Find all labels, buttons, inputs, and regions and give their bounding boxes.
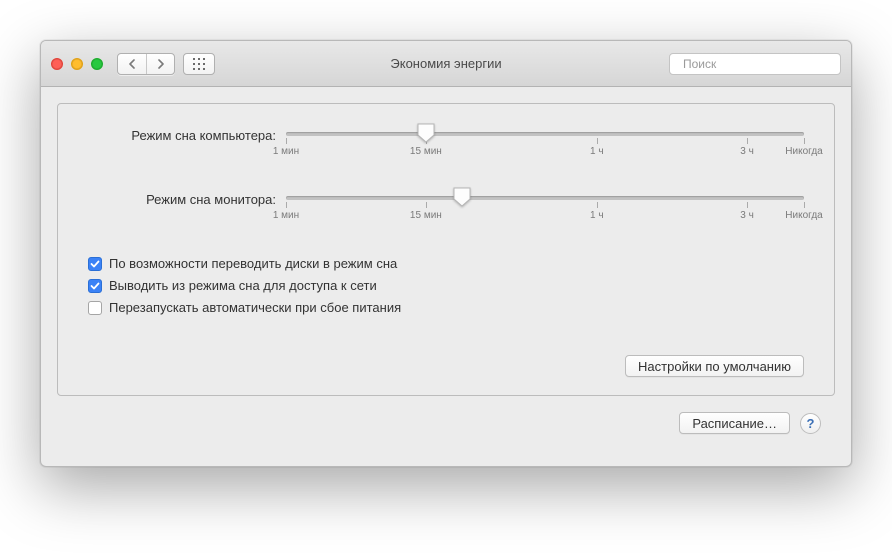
chevron-right-icon: [157, 59, 165, 69]
footer: Расписание… ?: [57, 412, 835, 450]
display-sleep-slider[interactable]: 1 мин 15 мин 1 ч 3 ч Никогда: [286, 192, 804, 226]
show-all-button[interactable]: [183, 53, 215, 75]
close-window-button[interactable]: [51, 58, 63, 70]
search-field[interactable]: [669, 53, 841, 75]
display-sleep-label: Режим сна монитора:: [88, 192, 286, 207]
slider-thumb[interactable]: [417, 123, 435, 143]
nav-back-forward: [117, 53, 175, 75]
auto-restart-checkbox[interactable]: [88, 301, 102, 315]
help-button[interactable]: ?: [800, 413, 821, 434]
schedule-button[interactable]: Расписание…: [679, 412, 790, 434]
wake-network-label: Выводить из режима сна для доступа к сет…: [109, 278, 377, 293]
disk-sleep-label: По возможности переводить диски в режим …: [109, 256, 397, 271]
computer-sleep-slider[interactable]: 1 мин 15 мин 1 ч 3 ч Никогда: [286, 128, 804, 162]
slider-thumb[interactable]: [453, 187, 471, 207]
tick-labels: 1 мин 15 мин 1 ч 3 ч Никогда: [286, 210, 804, 226]
content: Режим сна компьютера: 1 мин: [41, 87, 851, 466]
computer-sleep-label: Режим сна компьютера:: [88, 128, 286, 143]
slider-track: [286, 196, 804, 200]
display-sleep-row: Режим сна монитора: 1 мин 15: [88, 192, 804, 226]
restore-defaults-button[interactable]: Настройки по умолчанию: [625, 355, 804, 377]
wake-network-checkbox[interactable]: [88, 279, 102, 293]
energy-panel: Режим сна компьютера: 1 мин: [57, 103, 835, 396]
disk-sleep-checkbox[interactable]: [88, 257, 102, 271]
tick-labels: 1 мин 15 мин 1 ч 3 ч Никогда: [286, 146, 804, 162]
defaults-row: Настройки по умолчанию: [88, 355, 804, 377]
slider-track: [286, 132, 804, 136]
zoom-window-button[interactable]: [91, 58, 103, 70]
toolbar: Экономия энергии: [41, 41, 851, 87]
check-icon: [90, 281, 100, 291]
prefs-window: Экономия энергии Режим сна компьютера:: [40, 40, 852, 467]
window-controls: [51, 58, 103, 70]
grid-icon: [193, 58, 205, 70]
minimize-window-button[interactable]: [71, 58, 83, 70]
computer-sleep-row: Режим сна компьютера: 1 мин: [88, 128, 804, 162]
search-input[interactable]: [681, 56, 840, 72]
back-button[interactable]: [118, 54, 146, 74]
check-icon: [90, 259, 100, 269]
disk-sleep-row: По возможности переводить диски в режим …: [88, 256, 804, 271]
auto-restart-row: Перезапускать автоматически при сбое пит…: [88, 300, 804, 315]
options-group: По возможности переводить диски в режим …: [88, 256, 804, 315]
forward-button[interactable]: [146, 54, 174, 74]
wake-network-row: Выводить из режима сна для доступа к сет…: [88, 278, 804, 293]
chevron-left-icon: [128, 59, 136, 69]
auto-restart-label: Перезапускать автоматически при сбое пит…: [109, 300, 401, 315]
